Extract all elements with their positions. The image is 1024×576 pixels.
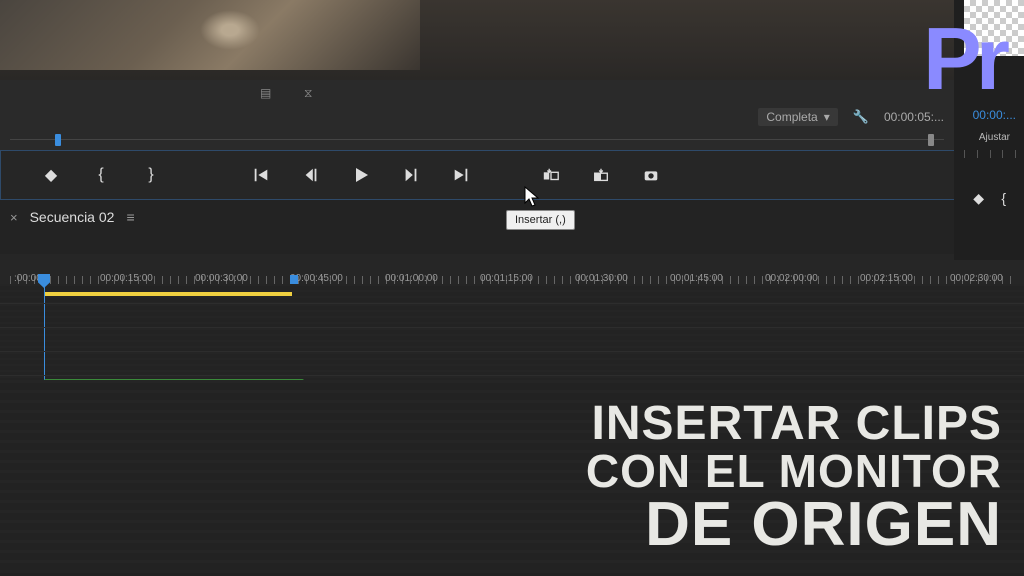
ruler-label: 00:02:30:00: [950, 273, 1003, 284]
resolution-label: Completa: [766, 110, 817, 124]
source-scrubber[interactable]: [0, 130, 1024, 150]
track-row[interactable]: [0, 328, 1024, 352]
overlay-line-1: INSERTAR CLIPS: [586, 400, 1002, 448]
ruler-label: 00:01:00:00: [385, 273, 438, 284]
step-back-button[interactable]: [301, 165, 321, 185]
overlay-line-3: DE ORIGEN: [586, 494, 1002, 556]
chevron-down-icon: ▾: [824, 110, 830, 124]
overwrite-button[interactable]: [591, 165, 611, 185]
export-frame-button[interactable]: [641, 165, 661, 185]
timeline-ruler[interactable]: :00:00 00:00:15:00 00:00:30:00 00:00:45:…: [0, 254, 1024, 284]
ruler-label: 00:01:30:00: [575, 273, 628, 284]
mark-out-button[interactable]: }: [141, 165, 161, 185]
video-thumbnail: [0, 0, 420, 70]
program-timecode: 00:00:...: [973, 108, 1016, 122]
fit-label[interactable]: Ajustar: [979, 132, 1010, 143]
title-overlay: INSERTAR CLIPS CON EL MONITOR DE ORIGEN: [586, 400, 1002, 556]
go-to-out-button[interactable]: [451, 165, 471, 185]
program-scrubber-edge: [964, 150, 1016, 168]
resolution-row: Completa ▾ 🔧 00:00:05:...: [0, 104, 1024, 130]
ruler-label: 00:00:30:00: [195, 273, 248, 284]
playhead-line: [44, 304, 45, 327]
marker-icon-row: ▤ ⧖: [0, 80, 1024, 104]
insert-tooltip: Insertar (,): [506, 210, 575, 230]
play-button[interactable]: [351, 165, 371, 185]
resolution-dropdown[interactable]: Completa ▾: [758, 108, 837, 126]
premiere-logo: Pr: [923, 8, 1004, 110]
out-point-marker[interactable]: [928, 134, 934, 146]
ruler-label: 00:02:15:00: [860, 273, 913, 284]
ruler-label: 00:01:45:00: [670, 273, 723, 284]
waveform-icon: ⧖: [304, 86, 318, 98]
add-marker-button[interactable]: ◆: [41, 165, 61, 185]
close-tab-icon[interactable]: ×: [10, 210, 18, 225]
step-forward-button[interactable]: [401, 165, 421, 185]
go-to-in-button[interactable]: [251, 165, 271, 185]
playhead-line: [44, 352, 45, 375]
timecode-display: 00:00:05:...: [884, 110, 944, 124]
wrench-icon[interactable]: 🔧: [853, 109, 869, 125]
scrubber-track: [10, 139, 944, 140]
mark-in-button[interactable]: {: [91, 165, 111, 185]
in-point-marker[interactable]: [55, 134, 61, 146]
sequence-tab-name[interactable]: Secuencia 02: [30, 209, 115, 225]
work-area-bar[interactable]: [44, 292, 292, 296]
ruler-label: :00:00: [14, 273, 42, 284]
tab-menu-icon[interactable]: ≡: [126, 209, 134, 225]
transport-controls: ◆ { } +: [0, 150, 1024, 200]
mouse-cursor: [524, 186, 542, 213]
source-monitor-preview: [0, 0, 1024, 80]
playhead-line: [44, 328, 45, 351]
track-row[interactable]: [0, 352, 1024, 376]
program-mark-in-icon[interactable]: {: [1001, 190, 1006, 206]
filmstrip-icon: ▤: [260, 86, 274, 98]
ruler-label: 00:02:00:00: [765, 273, 818, 284]
track-row[interactable]: [0, 304, 1024, 328]
ruler-label: 00:00:15:00: [100, 273, 153, 284]
track-row[interactable]: [0, 284, 1024, 304]
overlay-line-2: CON EL MONITOR: [586, 448, 1002, 494]
insert-button[interactable]: [541, 165, 561, 185]
program-marker-icon[interactable]: ◆: [973, 190, 984, 207]
ruler-label: 00:01:15:00: [480, 273, 533, 284]
